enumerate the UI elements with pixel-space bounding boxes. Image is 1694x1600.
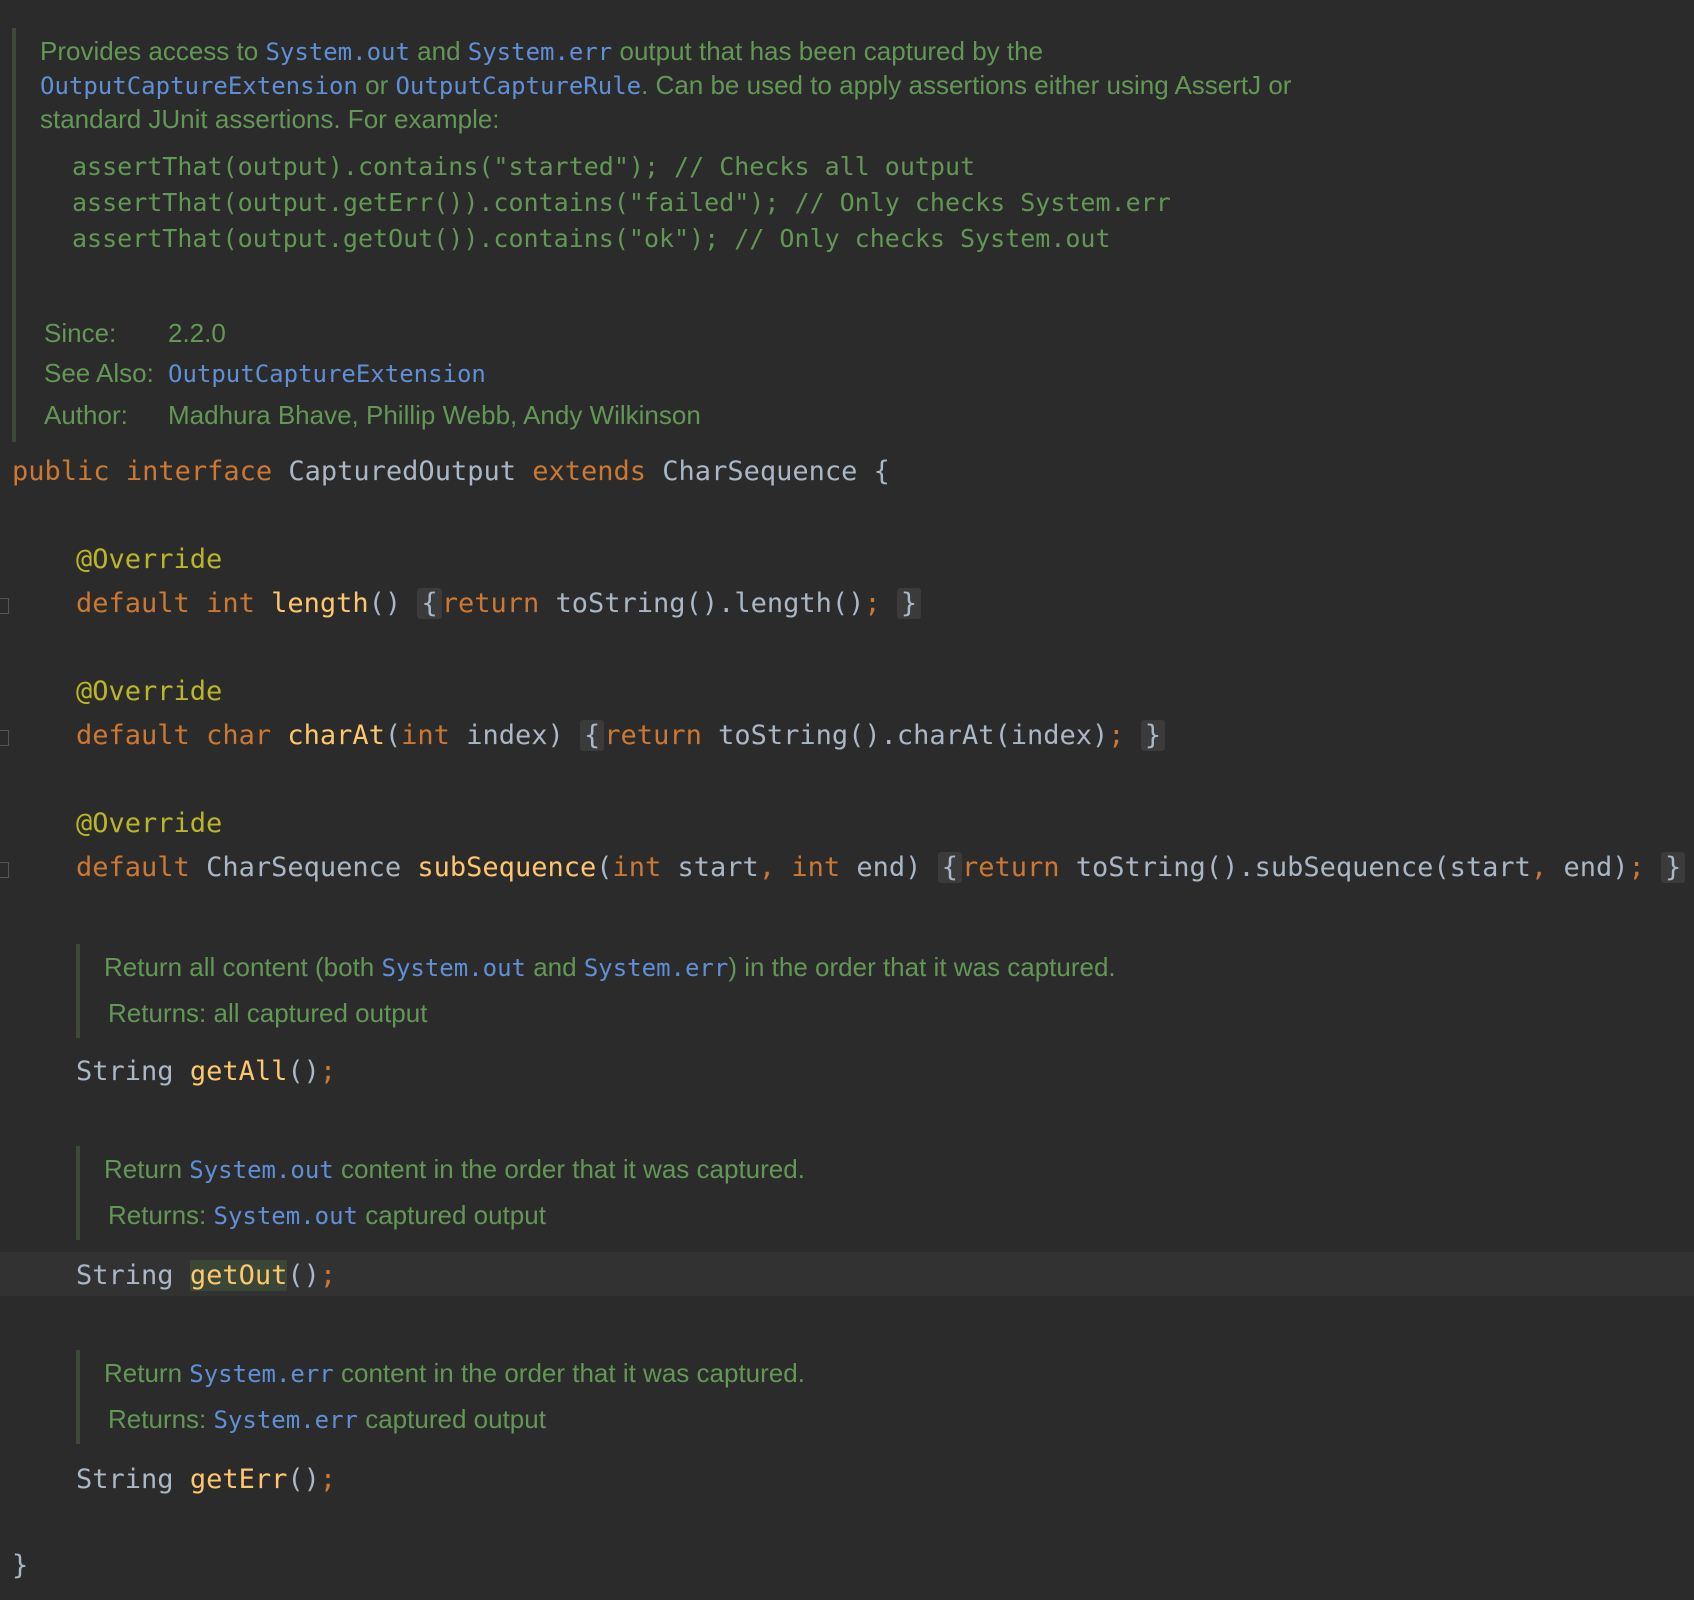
getOut-doc-bar — [76, 1146, 80, 1240]
method-getAll: String getAll(); — [76, 1056, 337, 1087]
link-system-out[interactable]: System.out — [265, 38, 410, 66]
fold-open-1[interactable]: { — [417, 588, 442, 619]
link-output-capture-rule[interactable]: OutputCaptureRule — [395, 72, 641, 100]
fold-close-2[interactable]: } — [1140, 720, 1166, 751]
getOut-doc-line: Return System.out content in the order t… — [104, 1154, 805, 1184]
fold-marker-1[interactable] — [0, 598, 9, 614]
link-system-err[interactable]: System.err — [189, 1360, 334, 1388]
link-system-out[interactable]: System.out — [214, 1202, 359, 1230]
interface-name[interactable]: CapturedOutput — [288, 456, 516, 487]
method-name-getAll[interactable]: getAll — [190, 1056, 288, 1087]
override-annotation-1: @Override — [76, 544, 223, 575]
link-system-err[interactable]: System.err — [214, 1406, 359, 1434]
class-doc-line-1: Provides access to System.out and System… — [40, 36, 1044, 66]
override-annotation-2: @Override — [76, 676, 223, 707]
interface-declaration: public interface CapturedOutput extends … — [12, 456, 890, 487]
getErr-doc-line: Return System.err content in the order t… — [104, 1358, 805, 1388]
link-system-out[interactable]: System.out — [382, 954, 527, 982]
getErr-doc-bar — [76, 1350, 80, 1444]
method-subSequence: default CharSequence subSequence(int sta… — [76, 852, 1686, 883]
link-system-out[interactable]: System.out — [189, 1156, 334, 1184]
link-system-err[interactable]: System.err — [468, 38, 613, 66]
getAll-doc-bar — [76, 944, 80, 1038]
fold-open-3[interactable]: { — [937, 852, 962, 883]
doc-example-1: assertThat(output).contains("started"); … — [72, 152, 976, 181]
getAll-returns: Returns: all captured output — [108, 998, 428, 1028]
override-annotation-3: @Override — [76, 808, 223, 839]
class-doc-line-2: OutputCaptureExtension or OutputCaptureR… — [40, 70, 1292, 100]
class-doc-line-3: standard JUnit assertions. For example: — [40, 104, 500, 134]
getErr-returns: Returns: System.err captured output — [108, 1404, 546, 1434]
method-name-charAt[interactable]: charAt — [287, 720, 385, 751]
method-name-getErr[interactable]: getErr — [190, 1464, 288, 1495]
method-charAt: default char charAt(int index) {return t… — [76, 720, 1166, 751]
getOut-returns: Returns: System.out captured output — [108, 1200, 546, 1230]
class-doc-bar — [12, 28, 16, 442]
fold-marker-3[interactable] — [0, 862, 9, 878]
method-name-subSequence[interactable]: subSequence — [417, 852, 596, 883]
see-also-label: See Also: — [44, 358, 154, 388]
doc-example-3: assertThat(output.getOut()).contains("ok… — [72, 224, 1111, 253]
link-system-err[interactable]: System.err — [584, 954, 729, 982]
method-name-getOut[interactable]: getOut — [189, 1260, 288, 1291]
method-length: default int length() {return toString().… — [76, 588, 922, 619]
fold-marker-2[interactable] — [0, 730, 9, 746]
method-getOut: String getOut(); — [76, 1260, 337, 1291]
super-type[interactable]: CharSequence — [662, 456, 857, 487]
doc-example-2: assertThat(output.getErr()).contains("fa… — [72, 188, 1171, 217]
link-output-capture-extension[interactable]: OutputCaptureExtension — [40, 72, 358, 100]
since-label: Since: — [44, 318, 117, 348]
fold-close-1[interactable]: } — [896, 588, 922, 619]
author-value: Madhura Bhave, Phillip Webb, Andy Wilkin… — [168, 400, 701, 430]
closing-brace: } — [12, 1550, 29, 1581]
since-value: 2.2.0 — [168, 318, 226, 348]
getAll-doc-line: Return all content (both System.out and … — [104, 952, 1116, 982]
see-also-link[interactable]: OutputCaptureExtension — [168, 360, 486, 388]
fold-close-3[interactable]: } — [1661, 852, 1686, 883]
author-label: Author: — [44, 400, 128, 430]
method-getErr: String getErr(); — [76, 1464, 337, 1495]
method-name-length[interactable]: length — [271, 588, 369, 619]
fold-open-2[interactable]: { — [580, 720, 605, 751]
